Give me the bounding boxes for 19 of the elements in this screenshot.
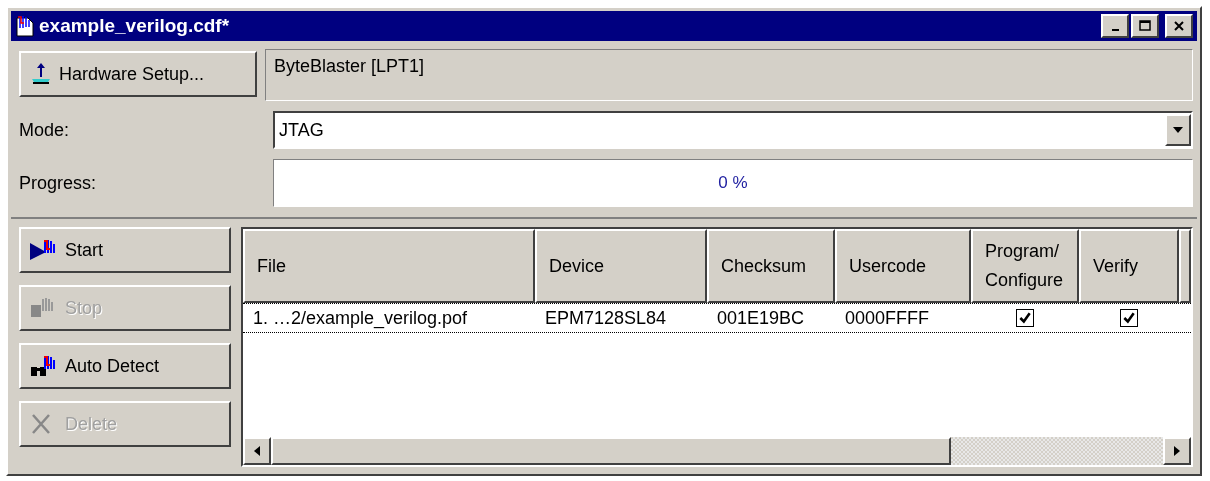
table-cell-text: 001E19BC bbox=[716, 306, 806, 330]
column-header[interactable]: Usercode bbox=[835, 229, 971, 303]
hardware-field: ByteBlaster [LPT1] bbox=[265, 49, 1193, 101]
mode-dropdown[interactable]: JTAG bbox=[273, 111, 1193, 149]
progress-reading: 0 % bbox=[718, 173, 748, 193]
column-header[interactable]: File bbox=[243, 229, 535, 303]
progress-label: Progress: bbox=[19, 172, 98, 194]
table-cell-text: 0000FFFF bbox=[844, 306, 931, 330]
detect-button[interactable]: Auto Detect bbox=[19, 343, 231, 389]
column-header[interactable]: Checksum bbox=[707, 229, 835, 303]
column-header[interactable]: Verify bbox=[1079, 229, 1179, 303]
hardware-setup-button[interactable]: Hardware Setup... bbox=[19, 51, 257, 97]
window-title: example_verilog.cdf* bbox=[39, 15, 231, 37]
table-cell-text: EPM7128SL84 bbox=[544, 306, 668, 330]
table-cell-text: 1. …2/example_verilog.pof bbox=[252, 306, 469, 331]
mode-label: Mode: bbox=[19, 119, 71, 141]
column-header[interactable]: Program/ Configure bbox=[971, 229, 1079, 303]
column-header[interactable]: Device bbox=[535, 229, 707, 303]
start-button[interactable]: Start bbox=[19, 227, 231, 273]
